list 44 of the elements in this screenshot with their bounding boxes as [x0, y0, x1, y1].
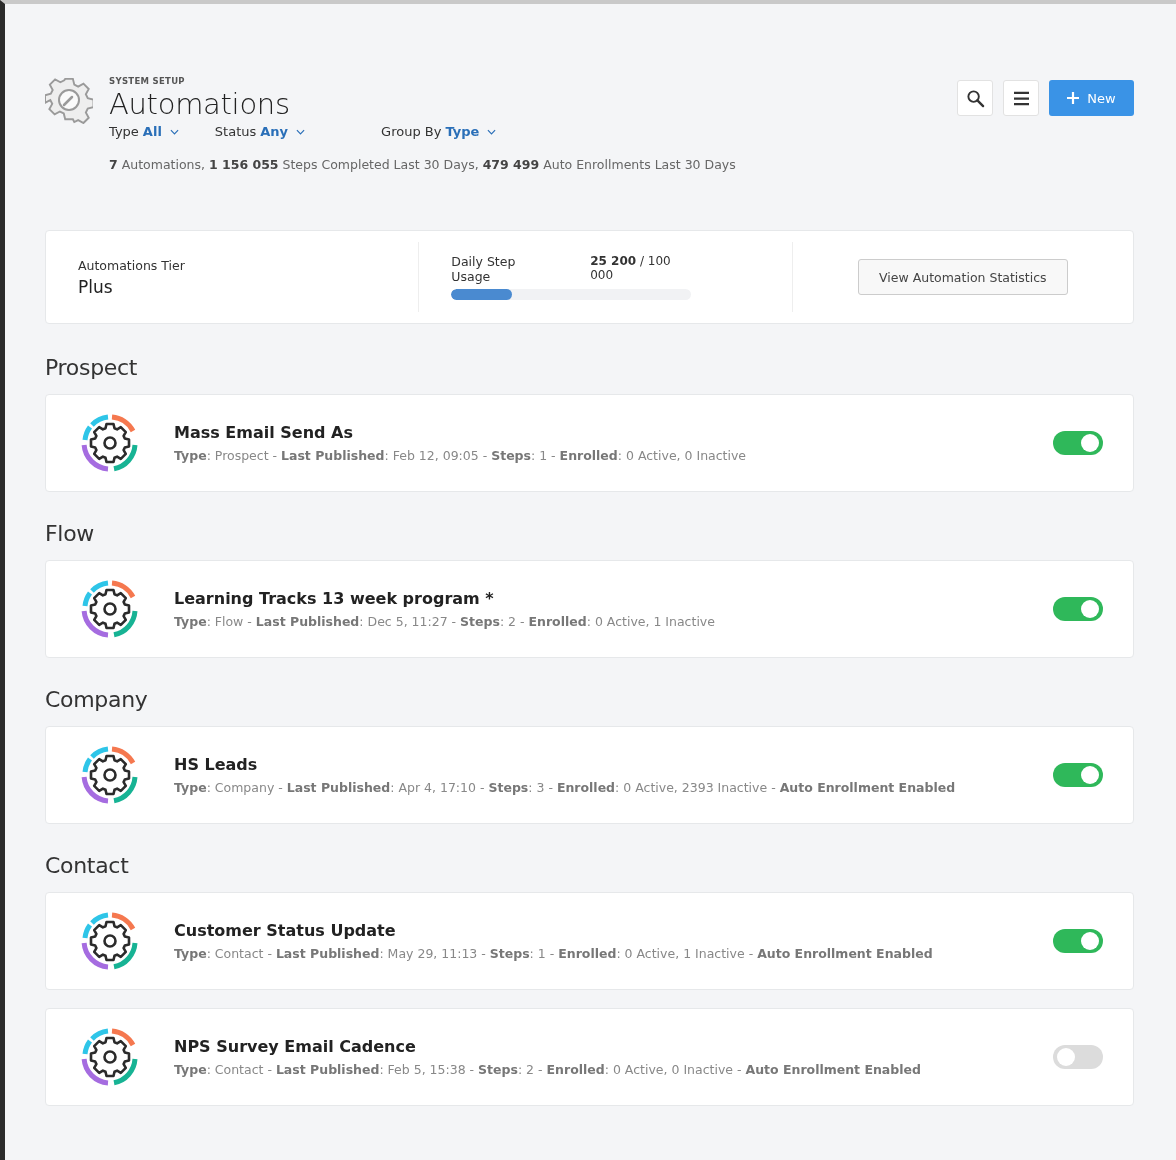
automation-card[interactable]: HS Leads Type: Company - Last Published: Apr 4, 17:10 - Steps: 3 - Enrolled: 0 Active, 2393 Inactive - Auto Enrollment Enabled [45, 726, 1134, 824]
automation-name: HS Leads [174, 755, 259, 774]
toggle-switch[interactable] [1053, 763, 1103, 787]
automation-details: Type: Contact - Last Published: May 29, 11:13 - Steps: 1 - Enrolled: 0 Active, 1 Inactive - Auto Enrollment Enabled [174, 946, 934, 961]
view-statistics-button[interactable]: View Automation Statistics [858, 259, 1068, 295]
search-icon [965, 88, 985, 108]
chevron-down-icon [169, 128, 179, 135]
toggle-switch[interactable] [1053, 929, 1103, 953]
filter-dropdown[interactable]: Type All [109, 124, 179, 139]
automation-details: Type: Contact - Last Published: Feb 5, 15:38 - Steps: 2 - Enrolled: 0 Active, 0 Inactive - Auto Enrollment Enabled [174, 1062, 922, 1077]
filter-dropdown[interactable]: Group By Type [381, 124, 497, 139]
summary-text: 7 Automations, 1 156 055 Steps Completed Last 30 Days, 479 499 Auto Enrollments Last 30 Days [109, 157, 737, 172]
page-title: Automations [109, 86, 291, 122]
group-heading: Flow [45, 520, 96, 548]
automation-card[interactable]: Customer Status Update Type: Contact - Last Published: May 29, 11:13 - Steps: 1 - Enrolled: 0 Active, 1 Inactive - Auto Enrollment Enabled [45, 892, 1134, 990]
menu-button[interactable] [1003, 80, 1039, 116]
automation-details: Type: Prospect - Last Published: Feb 12, 09:05 - Steps: 1 - Enrolled: 0 Active, 0 Inactive [174, 448, 748, 463]
toggle-switch[interactable] [1053, 1045, 1103, 1069]
filter-dropdown[interactable]: Status Any [214, 124, 306, 139]
toggle-switch[interactable] [1053, 431, 1103, 455]
gear-icon [45, 76, 93, 124]
usage-reading: 25 200 / 100 000 [590, 254, 672, 284]
tier-value: Plus [78, 276, 114, 297]
automation-details: Type: Flow - Last Published: Dec 5, 11:27 - Steps: 2 - Enrolled: 0 Active, 1 Inactive [174, 614, 716, 629]
usage-label: Daily Step Usage [451, 254, 517, 284]
plus-icon [1067, 92, 1080, 104]
automation-details: Type: Company - Last Published: Apr 4, 17:10 - Steps: 3 - Enrolled: 0 Active, 2393 Inactive - Auto Enrollment Enabled [174, 780, 957, 795]
toggle-switch[interactable] [1053, 597, 1103, 621]
search-button[interactable] [957, 80, 993, 116]
automation-card[interactable]: Learning Tracks 13 week program * Type: Flow - Last Published: Dec 5, 11:27 - Steps: 2 - Enrolled: 0 Active, 1 Inactive [45, 560, 1134, 658]
automation-card[interactable]: Mass Email Send As Type: Prospect - Last Published: Feb 12, 09:05 - Steps: 1 - Enrolled: 0 Active, 0 Inactive [45, 394, 1134, 492]
automation-name: NPS Survey Email Cadence [174, 1037, 417, 1056]
menu-icon [1012, 90, 1030, 106]
group-heading: Prospect [45, 354, 139, 382]
eyebrow-label: SYSTEM SETUP [109, 76, 186, 86]
automation-name: Learning Tracks 13 week program * [174, 589, 495, 608]
automation-name: Customer Status Update [174, 921, 397, 940]
chevron-down-icon [296, 128, 306, 135]
group-heading: Company [45, 686, 149, 714]
chevron-down-icon [487, 128, 497, 135]
automation-name: Mass Email Send As [174, 423, 354, 442]
tier-label: Automations Tier [78, 257, 186, 273]
group-heading: Contact [45, 852, 130, 880]
automation-card[interactable]: NPS Survey Email Cadence Type: Contact - Last Published: Feb 5, 15:38 - Steps: 2 - Enrolled: 0 Active, 0 Inactive - Auto Enrollment Enabled [45, 1008, 1134, 1106]
